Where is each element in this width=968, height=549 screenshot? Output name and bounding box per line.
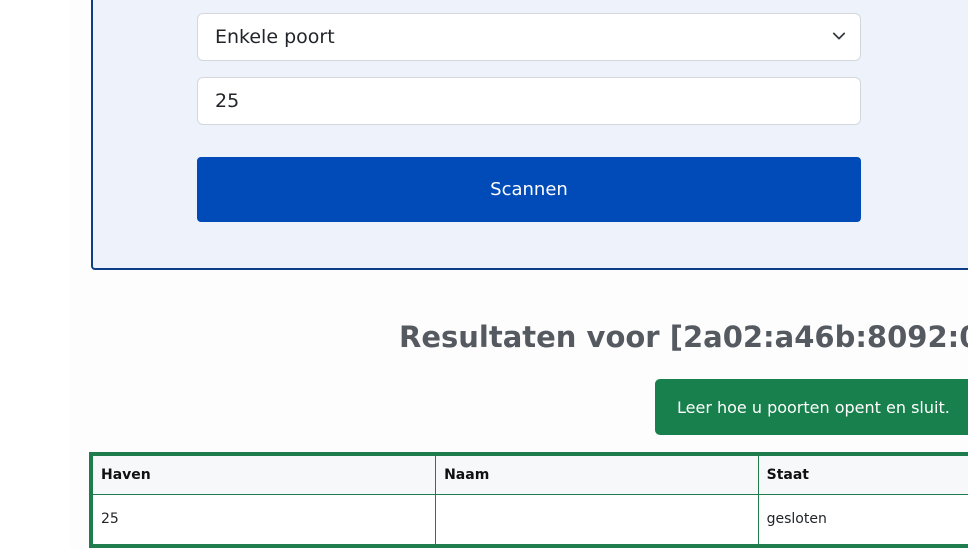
- scan-mode-selected-value: Enkele poort: [215, 26, 335, 48]
- cell-status: gesloten: [757, 493, 968, 547]
- port-scanner-page: Enkele poort Scannen Resultaten voor [2a…: [0, 0, 968, 549]
- scan-button[interactable]: Scannen: [197, 157, 861, 222]
- table-header-row: Haven Naam Staat: [90, 453, 968, 495]
- chevron-down-icon: [832, 32, 846, 40]
- scan-mode-select[interactable]: Enkele poort: [197, 13, 861, 61]
- learn-ports-button[interactable]: Leer hoe u poorten opent en sluit.: [655, 379, 968, 435]
- column-header-naam: Naam: [435, 453, 759, 495]
- cell-port: 25: [90, 493, 437, 547]
- column-header-haven: Haven: [90, 453, 437, 495]
- port-input[interactable]: [197, 77, 861, 125]
- column-header-staat: Staat: [757, 453, 968, 495]
- table-row: 25 gesloten: [90, 493, 968, 547]
- cell-name: [435, 493, 759, 547]
- results-table: Haven Naam Staat 25 gesloten: [89, 452, 968, 548]
- results-title: Resultaten voor [2a02:a46b:8092:0:d509: [399, 320, 968, 354]
